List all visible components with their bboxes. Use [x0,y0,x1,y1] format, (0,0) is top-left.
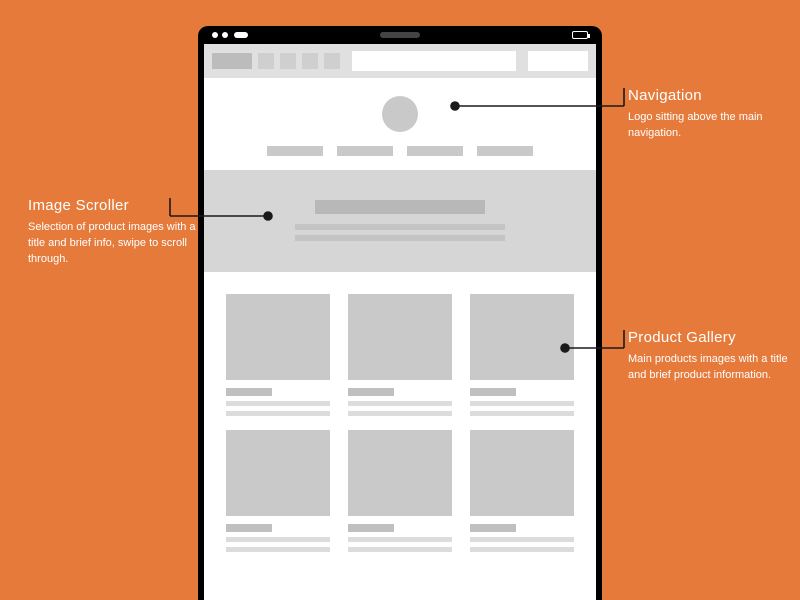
product-image-placeholder [348,294,452,380]
speaker-icon [380,32,420,38]
annotation-body: Selection of product images with a title… [28,220,198,268]
navigation-section [204,78,596,170]
nav-link[interactable] [477,146,533,156]
product-image-placeholder [226,294,330,380]
product-gallery-section [204,272,596,552]
product-card[interactable] [470,294,574,416]
product-title-placeholder [226,388,272,396]
product-title-placeholder [470,388,516,396]
logo-placeholder[interactable] [382,96,418,132]
nav-link[interactable] [337,146,393,156]
image-scroller-section[interactable] [204,170,596,272]
toolbar-block [212,53,252,69]
annotation-title: Image Scroller [28,197,198,214]
nav-link[interactable] [267,146,323,156]
scroller-title-placeholder [315,200,485,214]
product-image-placeholder [470,430,574,516]
address-bar[interactable] [352,51,516,71]
product-image-placeholder [226,430,330,516]
product-card[interactable] [348,430,452,552]
scroller-text-line [295,235,505,241]
status-pill-icon [234,32,248,38]
annotation-title: Product Gallery [628,329,798,346]
toolbar-square [324,53,340,69]
product-title-placeholder [470,524,516,532]
toolbar-button[interactable] [528,51,588,71]
product-text-line [470,537,574,542]
product-title-placeholder [348,524,394,532]
status-dot-icon [212,32,218,38]
product-card[interactable] [226,430,330,552]
product-text-line [226,401,330,406]
annotation-title: Navigation [628,87,798,104]
product-text-line [226,537,330,542]
nav-link[interactable] [407,146,463,156]
product-text-line [470,401,574,406]
product-image-placeholder [348,430,452,516]
annotation-body: Main products images with a title and br… [628,352,798,384]
toolbar-square [258,53,274,69]
annotation-navigation: Navigation Logo sitting above the main n… [628,87,798,142]
product-card[interactable] [226,294,330,416]
product-text-line [348,401,452,406]
product-title-placeholder [348,388,394,396]
status-bar [198,26,602,44]
product-text-line [348,537,452,542]
screen [204,44,596,600]
product-text-line [470,411,574,416]
device-frame [198,26,602,600]
product-text-line [226,547,330,552]
product-text-line [470,547,574,552]
product-card[interactable] [470,430,574,552]
status-dot-icon [222,32,228,38]
nav-links [204,146,596,156]
product-image-placeholder [470,294,574,380]
annotation-scroller: Image Scroller Selection of product imag… [28,197,198,268]
annotation-body: Logo sitting above the main navigation. [628,110,798,142]
annotation-gallery: Product Gallery Main products images wit… [628,329,798,384]
product-text-line [348,411,452,416]
toolbar-square [302,53,318,69]
battery-icon [572,31,588,39]
product-text-line [226,411,330,416]
product-text-line [348,547,452,552]
browser-toolbar [204,44,596,78]
scroller-text-line [295,224,505,230]
toolbar-square [280,53,296,69]
product-title-placeholder [226,524,272,532]
product-card[interactable] [348,294,452,416]
